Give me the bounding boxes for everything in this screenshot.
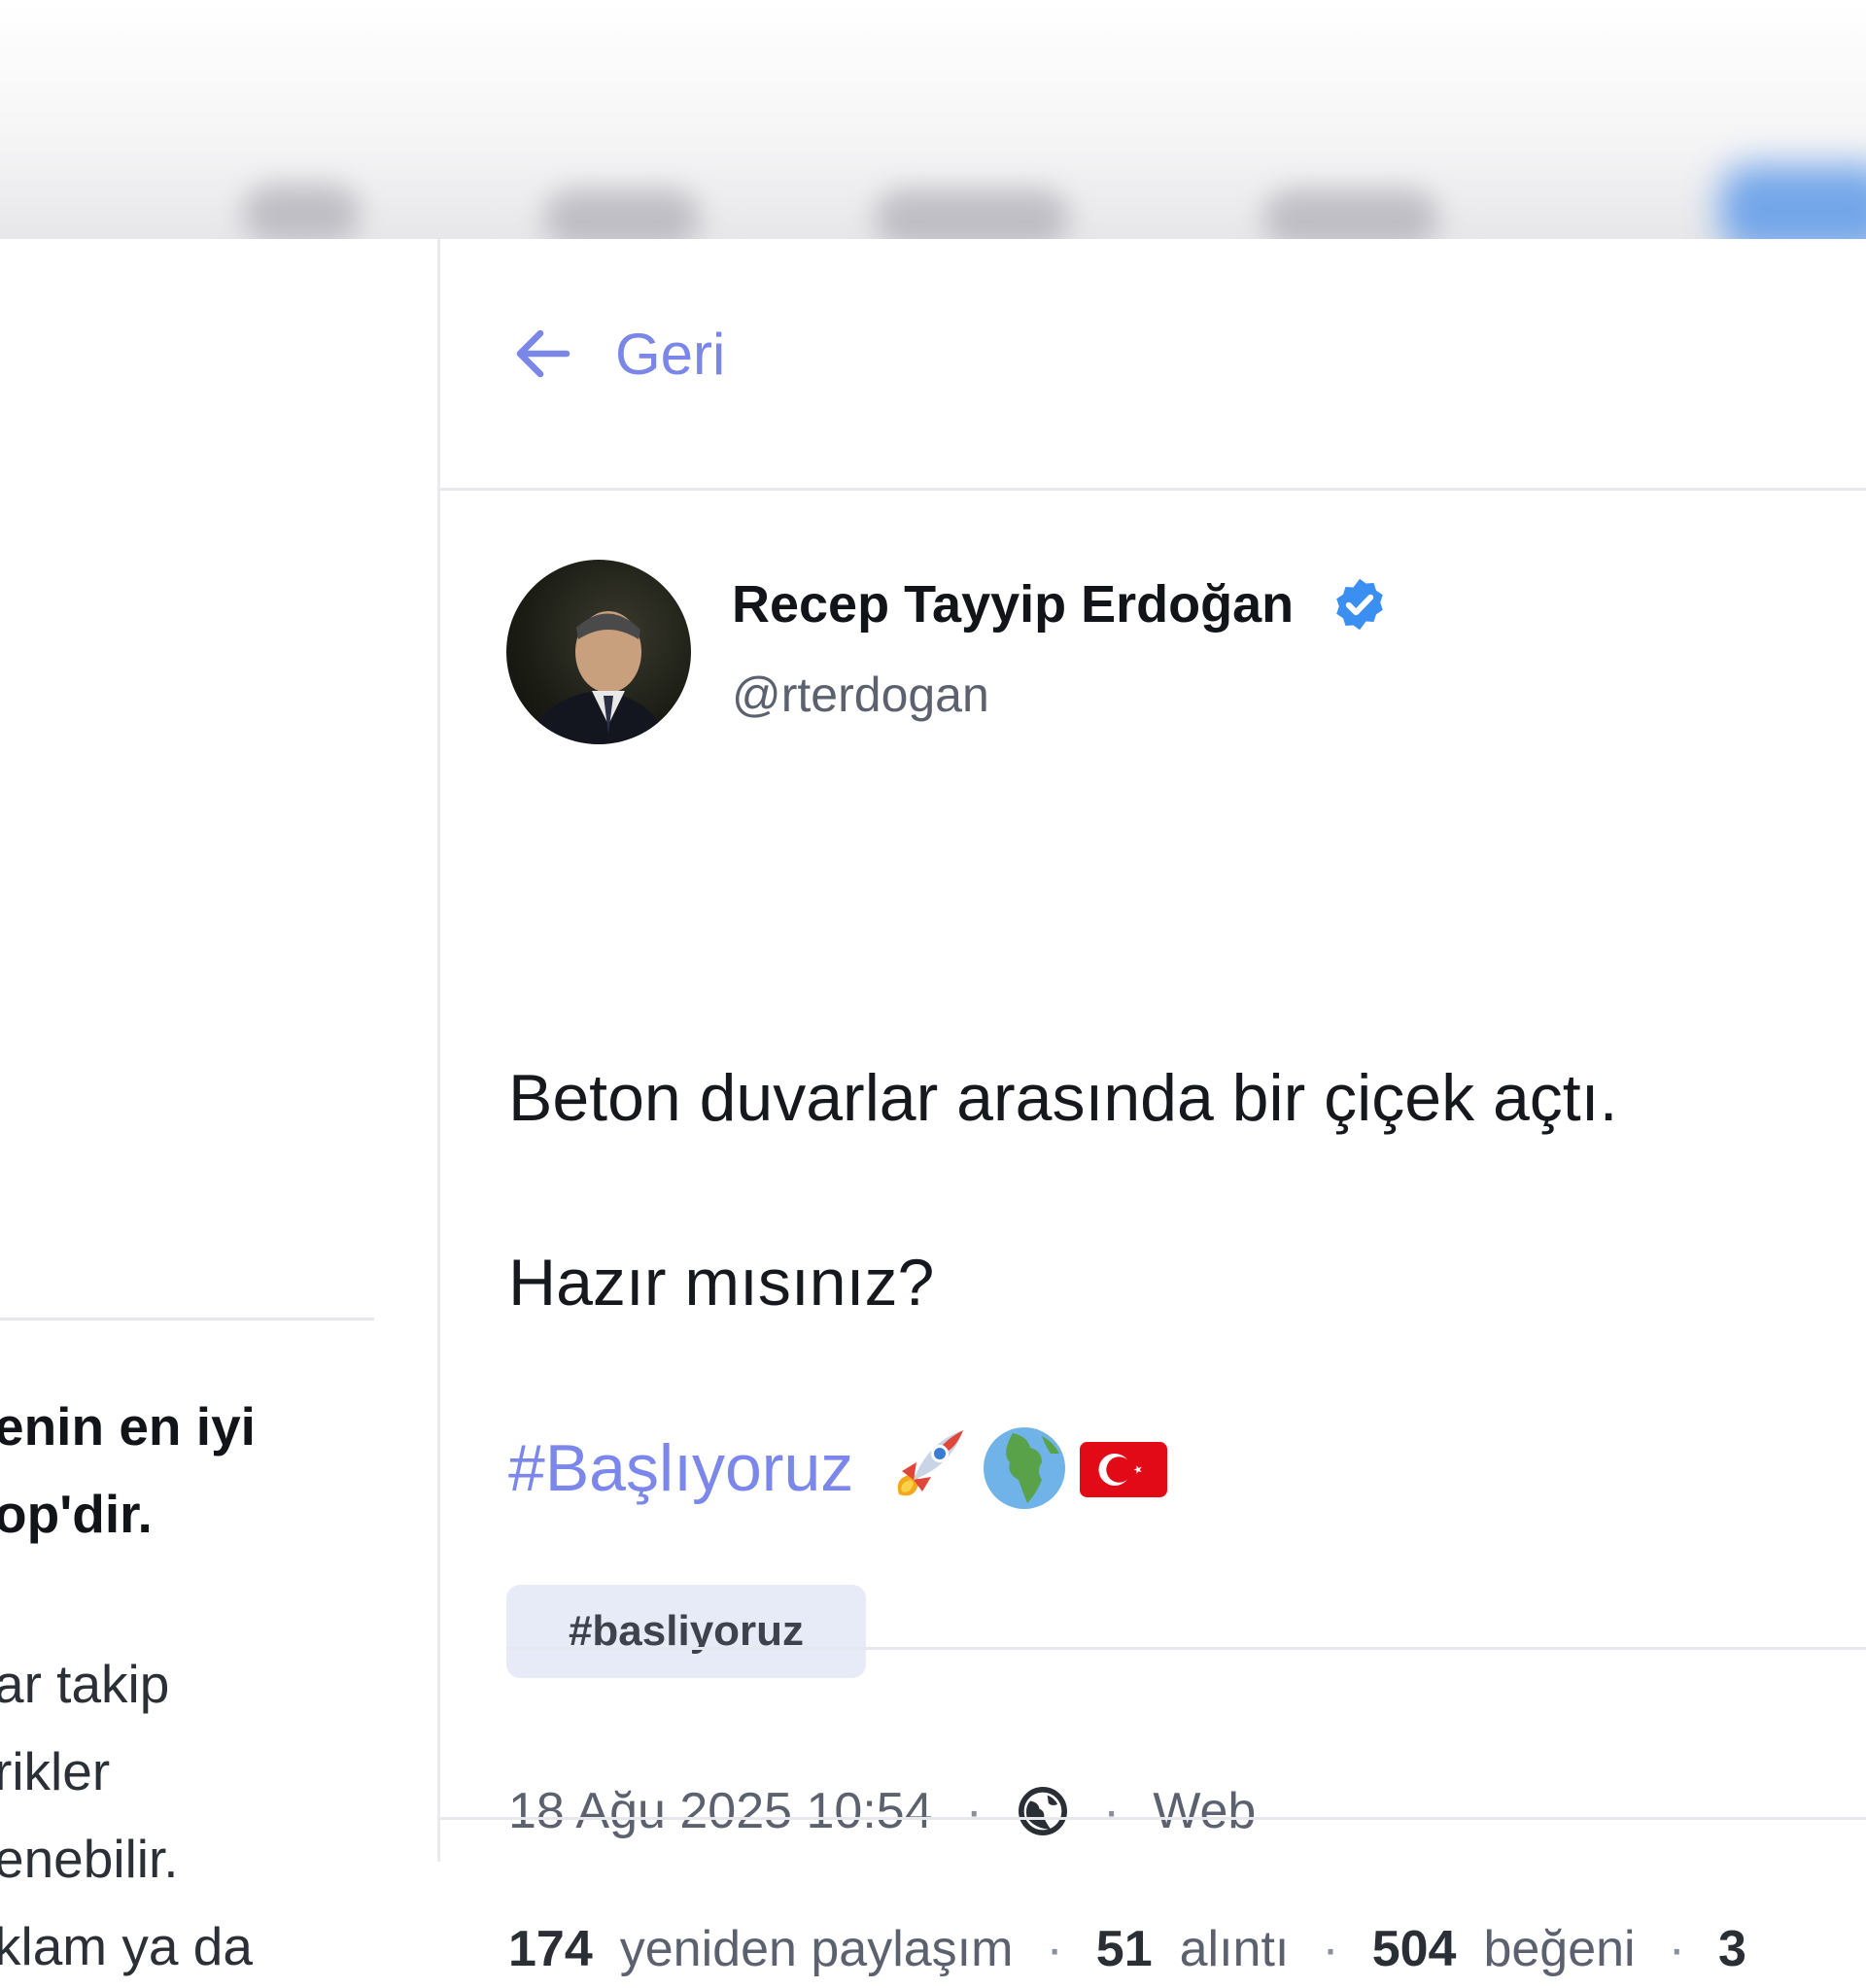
stats-separator: · bbox=[1668, 1921, 1685, 1977]
turkey-flag-emoji bbox=[1080, 1442, 1168, 1497]
avatar[interactable] bbox=[506, 560, 691, 744]
tweet-text-line: Hazır mısınız? bbox=[508, 1246, 935, 1320]
likes-label: beğeni bbox=[1483, 1921, 1636, 1977]
blurred-element bbox=[875, 189, 1069, 239]
author-name[interactable]: Recep Tayyip Erdoğan bbox=[732, 574, 1389, 634]
stats-divider bbox=[506, 1647, 1866, 1650]
back-label: Geri bbox=[615, 321, 726, 387]
blurred-top-bar bbox=[0, 0, 1866, 239]
blurred-element bbox=[243, 185, 360, 239]
reposts-label: yeniden paylaşım bbox=[619, 1921, 1014, 1977]
truncated-stat-count[interactable]: 3 bbox=[1718, 1920, 1746, 1978]
sidebar-divider bbox=[0, 1318, 374, 1320]
stats-separator: · bbox=[1322, 1921, 1339, 1977]
tweet-text-line: Beton duvarlar arasında bir çiçek açtı. bbox=[508, 1061, 1618, 1135]
sidebar-heading-line: enin en iyi bbox=[0, 1396, 256, 1457]
hashtag-chip[interactable]: #basliyoruz bbox=[506, 1585, 866, 1678]
globe-icon bbox=[1019, 1787, 1067, 1835]
likes-count: 504 bbox=[1371, 1921, 1457, 1977]
sidebar-body-line: rikler bbox=[0, 1741, 111, 1801]
rocket-emoji bbox=[897, 1430, 964, 1496]
quotes-label: alıntı bbox=[1179, 1921, 1290, 1977]
tweet-stats: 174 yeniden paylaşım · 51 alıntı · 504 beğe… bbox=[508, 1910, 1774, 1988]
likes-stat[interactable]: 504 beğeni bbox=[1372, 1920, 1636, 1978]
blurred-element bbox=[1720, 165, 1866, 239]
meta-separator: · bbox=[965, 1783, 983, 1839]
tweet-source: Web bbox=[1153, 1783, 1257, 1839]
tweet-detail-panel: Geri Recep Tayyip Erdoğan @rterdogan Bet… bbox=[440, 239, 1866, 1977]
quotes-stat[interactable]: 51 alıntı bbox=[1096, 1920, 1290, 1978]
avatar-portrait-image bbox=[526, 611, 672, 744]
left-sidebar: enin en iyi op'dir. ar takip rikler eneb… bbox=[0, 239, 437, 1976]
header-divider bbox=[440, 488, 1866, 491]
globe-africa-europe-emoji bbox=[984, 1427, 1066, 1509]
meta-separator: · bbox=[1102, 1783, 1121, 1839]
bottom-divider bbox=[440, 1817, 1866, 1820]
quotes-count: 51 bbox=[1095, 1921, 1153, 1977]
reposts-stat[interactable]: 174 yeniden paylaşım bbox=[508, 1920, 1013, 1978]
blurred-element bbox=[544, 189, 700, 239]
reposts-count: 174 bbox=[508, 1921, 593, 1977]
tweet-hashtag-line: #Başlıyoruz bbox=[508, 1420, 1170, 1517]
sidebar-heading-line: op'dir. bbox=[0, 1484, 153, 1544]
blurred-element bbox=[1263, 189, 1438, 239]
arrow-left-icon bbox=[516, 329, 570, 378]
tweet-timestamp[interactable]: 18 Ağu 2025 10:54 bbox=[508, 1782, 933, 1840]
author-display-name: Recep Tayyip Erdoğan bbox=[732, 575, 1295, 634]
sidebar-body-line: enebilir. bbox=[0, 1829, 179, 1889]
back-button[interactable]: Geri bbox=[508, 315, 725, 393]
hashtag-link[interactable]: #Başlıyoruz bbox=[508, 1430, 853, 1506]
stats-separator: · bbox=[1046, 1921, 1063, 1977]
sidebar-body-line: klam ya da bbox=[0, 1916, 253, 1976]
author-handle[interactable]: @rterdogan bbox=[732, 667, 989, 723]
tweet-meta: 18 Ağu 2025 10:54 · · Web bbox=[508, 1772, 1256, 1850]
verified-badge-icon bbox=[1336, 578, 1383, 631]
sidebar-body-line: ar takip bbox=[0, 1654, 170, 1714]
